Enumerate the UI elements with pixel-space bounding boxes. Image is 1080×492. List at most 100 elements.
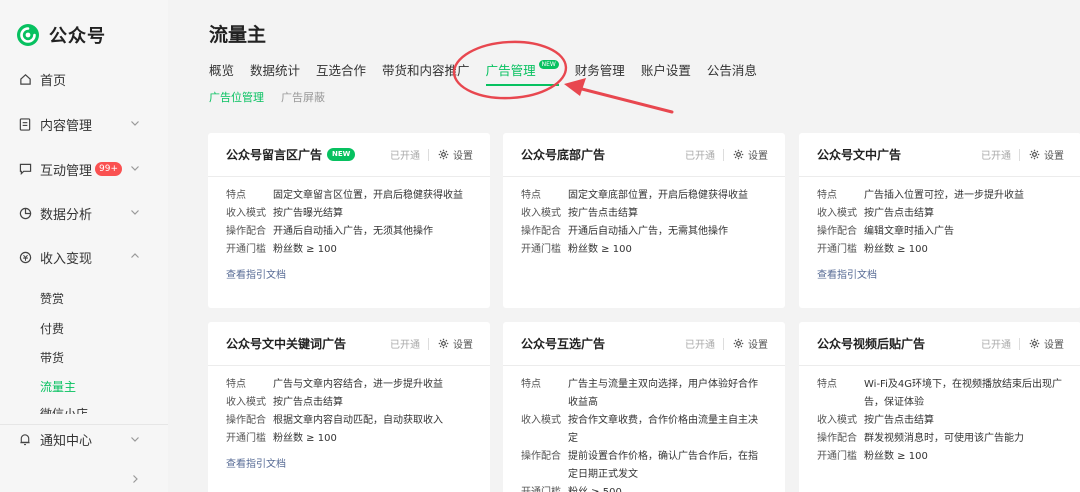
sidebar-item-home[interactable]: 首页	[0, 64, 168, 94]
row-value: 固定文章底部位置，开启后稳健获得收益	[568, 190, 748, 201]
sidebar-item-interaction[interactable]: 互动管理 99+	[0, 154, 168, 184]
sidebar-item-content[interactable]: 内容管理	[0, 109, 168, 139]
tab-ad-management[interactable]: 广告管理 NEW	[485, 60, 560, 86]
settings-button[interactable]: 设置	[1029, 336, 1064, 351]
gear-icon	[733, 338, 744, 349]
info-row: 特点 广告主与流量主双向选择，用户体验好合作收益高	[521, 376, 767, 412]
sidebar-item-monetization[interactable]: 收入变现	[0, 242, 168, 272]
info-row: 特点 固定文章底部位置，开启后稳健获得收益	[521, 187, 767, 205]
row-value: Wi-Fi及4G环境下，在视频播放结束后出现广告，保证体验	[864, 379, 1062, 408]
tab-account-settings[interactable]: 账户设置	[641, 60, 691, 79]
sidebar-item-label: 互动管理	[40, 163, 93, 179]
row-key: 收入模式	[817, 415, 857, 426]
guide-doc-link[interactable]: 查看指引文档	[817, 266, 877, 281]
ad-card-keyword: 公众号文中关键词广告 已开通 设置 特点 广告与文章内容结合，进一步提升收益 收入…	[208, 322, 490, 492]
settings-button[interactable]: 设置	[733, 336, 768, 351]
status-label: 已开通	[390, 151, 420, 162]
bell-icon	[18, 433, 32, 447]
card-header: 公众号互选广告 已开通 设置	[503, 322, 785, 366]
card-title: 公众号文中关键词广告	[226, 337, 347, 351]
gear-icon	[1029, 338, 1040, 349]
guide-doc-link[interactable]: 查看指引文档	[226, 266, 286, 281]
sidebar-item-label: 收入变现	[40, 251, 93, 267]
info-row: 特点 Wi-Fi及4G环境下，在视频播放结束后出现广告，保证体验	[817, 376, 1063, 412]
row-value: 提前设置合作价格，确认广告合作后，在指定日期正式发文	[568, 451, 758, 480]
divider	[428, 338, 429, 350]
tab-mutual-selection[interactable]: 互选合作	[316, 60, 366, 79]
row-key: 开通门槛	[521, 244, 561, 255]
divider	[1019, 149, 1020, 161]
status-label: 已开通	[685, 340, 715, 351]
subtab-ad-blocking[interactable]: 广告屏蔽	[281, 89, 325, 105]
settings-button[interactable]: 设置	[733, 147, 768, 162]
document-icon	[18, 117, 32, 131]
sidebar-sub-item-commerce[interactable]: 带货	[40, 349, 64, 366]
info-row: 操作配合 编辑文章时插入广告	[817, 223, 1063, 241]
row-key: 操作配合	[521, 226, 561, 237]
tab-finance[interactable]: 财务管理	[575, 60, 625, 79]
info-row: 操作配合 群发视频消息时，可使用该广告能力	[817, 430, 1063, 448]
row-value: 根据文章内容自动匹配，自动获取收入	[273, 415, 443, 426]
tab-announcements[interactable]: 公告消息	[707, 60, 757, 79]
chevron-down-icon	[131, 166, 139, 171]
info-row: 操作配合 根据文章内容自动匹配，自动获取收入	[226, 412, 472, 430]
settings-label: 设置	[748, 340, 768, 351]
row-key: 开通门槛	[226, 244, 266, 255]
tab-statistics[interactable]: 数据统计	[250, 60, 300, 79]
sidebar-item-label: 首页	[40, 73, 67, 89]
settings-label: 设置	[453, 340, 473, 351]
row-value: 粉丝数 ≥ 100	[273, 433, 337, 444]
row-key: 特点	[226, 379, 246, 390]
status-label: 已开通	[981, 151, 1011, 162]
info-row: 操作配合 开通后自动插入广告，无须其他操作	[226, 223, 472, 241]
status-label: 已开通	[685, 151, 715, 162]
sidebar-sub-item-reward[interactable]: 赞赏	[40, 290, 64, 307]
sidebar-sub-item-paid[interactable]: 付费	[40, 320, 64, 337]
row-key: 收入模式	[521, 415, 561, 426]
gear-icon	[733, 149, 744, 160]
settings-button[interactable]: 设置	[438, 336, 473, 351]
sidebar-item-analytics[interactable]: 数据分析	[0, 198, 168, 228]
sidebar-sub-item-traffic-owner[interactable]: 流量主	[40, 378, 76, 395]
row-key: 开通门槛	[817, 451, 857, 462]
card-header: 公众号文中关键词广告 已开通 设置	[208, 322, 490, 366]
row-value: 按广告点击结算	[568, 208, 638, 219]
row-key: 操作配合	[817, 226, 857, 237]
sidebar-item-label: 内容管理	[40, 118, 93, 134]
ad-card-comment-area: 公众号留言区广告 NEW 已开通 设置 特点 固定文章留言区位置，开启后稳健获得收…	[208, 133, 490, 308]
logo[interactable]: 公众号	[16, 22, 106, 48]
card-body: 特点 Wi-Fi及4G环境下，在视频播放结束后出现广告，保证体验 收入模式 按广告点…	[799, 366, 1080, 466]
card-header: 公众号文中广告 已开通 设置	[799, 133, 1080, 177]
gear-icon	[1029, 149, 1040, 160]
chevron-right-icon[interactable]	[130, 474, 140, 484]
settings-label: 设置	[453, 151, 473, 162]
divider	[723, 149, 724, 161]
tab-commerce-promotion[interactable]: 带货和内容推广	[382, 60, 470, 79]
tab-label: 广告管理	[485, 63, 536, 78]
tab-overview[interactable]: 概览	[209, 60, 234, 79]
tab-bar: 概览 数据统计 互选合作 带货和内容推广 广告管理 NEW 财务管理 账户设置 公…	[209, 60, 773, 86]
money-icon	[18, 250, 32, 264]
card-header: 公众号视频后贴广告 已开通 设置	[799, 322, 1080, 366]
card-title: 公众号互选广告	[521, 337, 606, 351]
subtab-bar: 广告位管理 广告屏蔽	[209, 89, 342, 105]
guide-doc-link[interactable]: 查看指引文档	[226, 455, 286, 470]
settings-button[interactable]: 设置	[438, 147, 473, 162]
comment-icon	[18, 162, 32, 176]
row-value: 编辑文章时插入广告	[864, 226, 954, 237]
settings-button[interactable]: 设置	[1029, 147, 1064, 162]
row-key: 收入模式	[521, 208, 561, 219]
home-icon	[18, 72, 32, 86]
card-body: 特点 固定文章底部位置，开启后稳健获得收益 收入模式 按广告点击结算 操作配合 开通后…	[503, 177, 785, 259]
row-key: 操作配合	[817, 433, 857, 444]
row-key: 收入模式	[226, 397, 266, 408]
info-row: 操作配合 开通后自动插入广告，无需其他操作	[521, 223, 767, 241]
info-row: 收入模式 按广告曝光结算	[226, 205, 472, 223]
chevron-down-icon	[131, 210, 139, 215]
info-row: 开通门槛 粉丝数 ≥ 100	[226, 430, 472, 448]
sidebar-item-notifications[interactable]: 通知中心	[0, 424, 168, 454]
subtab-ad-slot-management[interactable]: 广告位管理	[209, 89, 264, 105]
row-key: 特点	[521, 190, 541, 201]
sidebar-sub-item-shop[interactable]: 微信小店	[40, 405, 88, 414]
row-value: 开通后自动插入广告，无须其他操作	[273, 226, 433, 237]
